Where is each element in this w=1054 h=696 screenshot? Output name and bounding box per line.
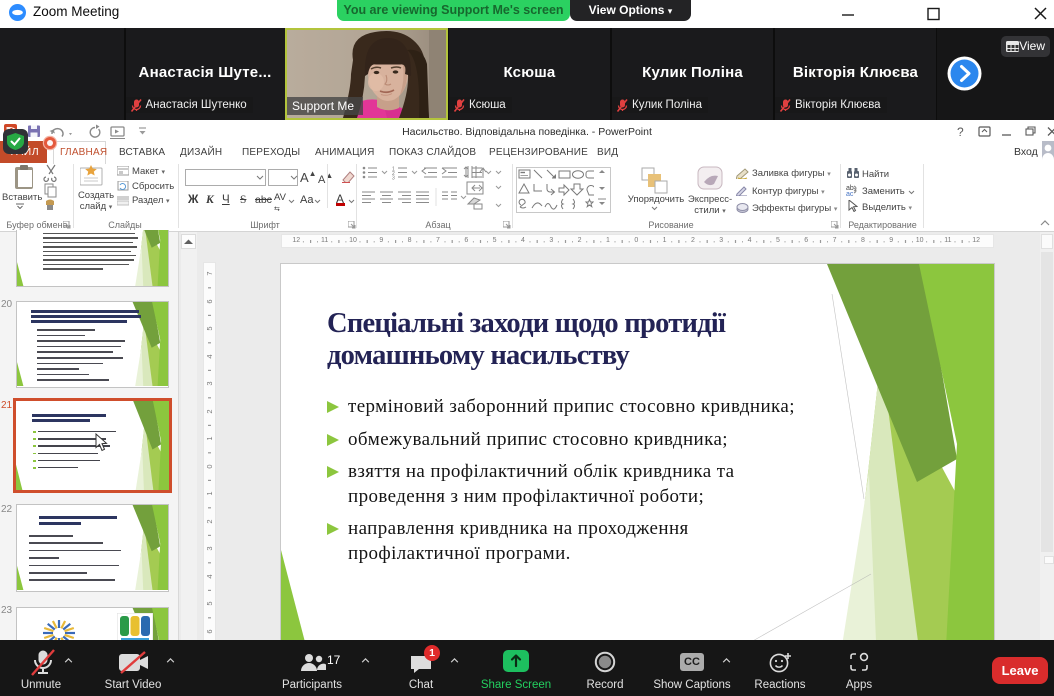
svg-text:?: ? (957, 126, 964, 138)
svg-text:ac: ac (846, 191, 854, 196)
svg-text:3: 3 (392, 176, 395, 182)
